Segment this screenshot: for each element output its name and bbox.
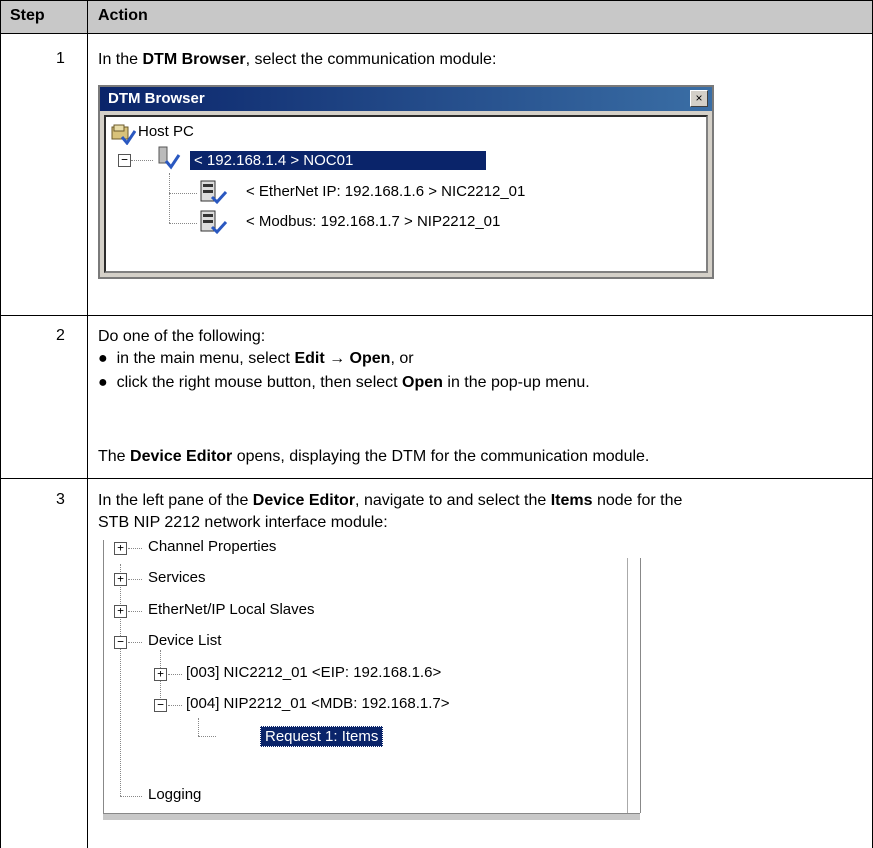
tree-item-noc01[interactable]: < 192.168.1.4 > NOC01 (190, 151, 486, 170)
close-button[interactable]: × (690, 90, 708, 107)
tree-connector (169, 193, 197, 194)
tree-item-host-pc[interactable]: Host PC (138, 123, 194, 140)
step-instruction: In the left pane of the Device Editor, n… (98, 492, 683, 509)
dtm-tree-panel: Host PC − < 192.168.1.4 > NOC01 < EtherN… (104, 115, 708, 273)
table-border-top (0, 0, 873, 1)
header-action: Action (98, 7, 148, 24)
tree-connector (120, 564, 121, 796)
tree-item-nic2212[interactable]: [003] NIC2212_01 <EIP: 192.168.1.6> (186, 664, 441, 681)
header-step: Step (10, 7, 45, 24)
row-divider-2 (0, 478, 873, 479)
step-result: The Device Editor opens, displaying the … (98, 448, 650, 465)
tree-pane (103, 558, 641, 813)
step-number: 1 (56, 50, 65, 67)
dtm-browser-title: DTM Browser (108, 90, 205, 107)
bullet-item: ● in the main menu, select Edit → Open, … (98, 350, 414, 367)
tree-connector (168, 674, 182, 675)
expand-icon[interactable]: + (114, 542, 127, 555)
tree-item-channel-properties[interactable]: Channel Properties (148, 538, 276, 555)
table-header: Step Action (0, 0, 873, 34)
tree-connector (128, 548, 142, 549)
device-icon (200, 210, 228, 235)
expand-icon[interactable]: + (114, 573, 127, 586)
module-icon (158, 146, 181, 170)
expand-icon[interactable]: + (154, 668, 167, 681)
device-editor-tree: + Channel Properties + Services + EtherN… (98, 538, 641, 840)
tree-item-nip2212[interactable]: < Modbus: 192.168.1.7 > NIP2212_01 (246, 213, 500, 230)
step-number: 3 (56, 491, 65, 508)
step-number: 2 (56, 327, 65, 344)
tree-item-nic2212[interactable]: < EtherNet IP: 192.168.1.6 > NIC2212_01 (246, 183, 525, 200)
tree-connector (120, 796, 142, 797)
row-divider-1 (0, 315, 873, 316)
tree-item-nip2212[interactable]: [004] NIP2212_01 <MDB: 192.168.1.7> (186, 695, 450, 712)
bullet-item: ● click the right mouse button, then sel… (98, 374, 590, 391)
tree-connector (198, 736, 216, 737)
step-instruction: Do one of the following: (98, 328, 266, 345)
tree-connector (198, 718, 199, 736)
tree-item-services[interactable]: Services (148, 569, 206, 586)
column-divider (87, 0, 88, 848)
procedure-table: Step Action 1 In the DTM Browser, select… (0, 0, 873, 848)
collapse-icon[interactable]: − (154, 699, 167, 712)
pane-bottom-bar (103, 813, 640, 820)
device-icon (200, 180, 228, 205)
tree-connector (169, 173, 170, 223)
tree-item-ethernet-local-slaves[interactable]: EtherNet/IP Local Slaves (148, 601, 314, 618)
host-pc-icon (111, 124, 136, 145)
tree-connector (128, 642, 142, 643)
collapse-icon[interactable]: − (118, 154, 131, 167)
tree-item-request-items[interactable]: Request 1: Items (260, 726, 384, 747)
pane-edge (103, 540, 104, 558)
expand-icon[interactable]: + (114, 605, 127, 618)
table-border-left (0, 0, 1, 848)
tree-connector (131, 160, 153, 161)
tree-connector (168, 705, 182, 706)
tree-item-logging[interactable]: Logging (148, 786, 201, 803)
pane-divider (627, 558, 628, 813)
step-instruction-cont: STB NIP 2212 network interface module: (98, 514, 388, 531)
tree-connector (169, 223, 197, 224)
step-instruction: In the DTM Browser, select the communica… (98, 51, 497, 68)
tree-connector (128, 579, 142, 580)
dtm-browser-window: DTM Browser × Host PC − < 192.168.1.4 > … (98, 85, 714, 279)
dtm-browser-titlebar: DTM Browser (100, 87, 712, 111)
collapse-icon[interactable]: − (114, 636, 127, 649)
tree-item-device-list[interactable]: Device List (148, 632, 221, 649)
tree-connector (128, 611, 142, 612)
